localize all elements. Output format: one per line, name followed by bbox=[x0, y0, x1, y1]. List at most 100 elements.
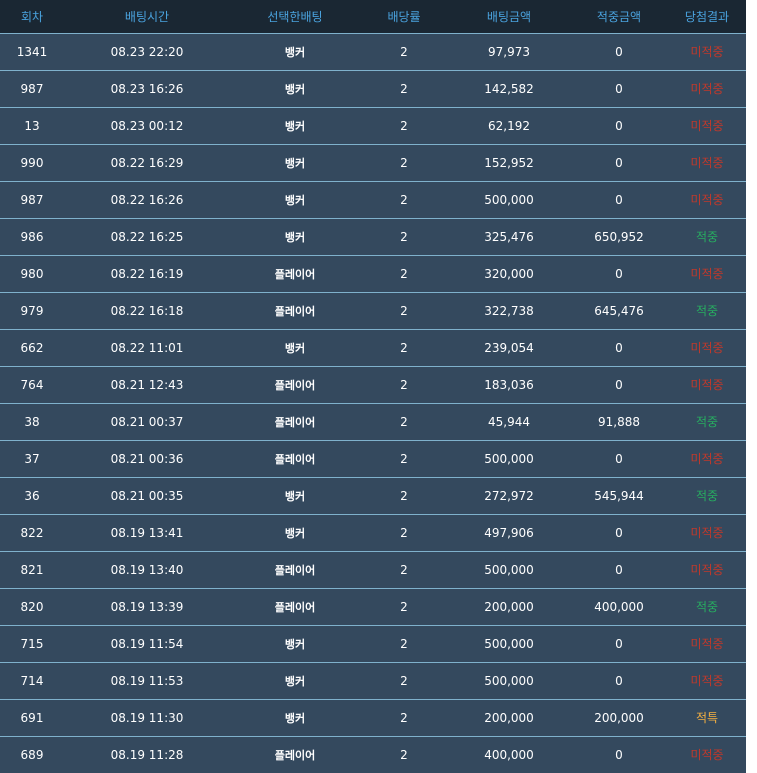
cell-bet-amount: 62,192 bbox=[488, 118, 530, 133]
cell-bet-time: 08.19 11:28 bbox=[110, 747, 184, 762]
cell-odds: 2 bbox=[400, 710, 408, 725]
cell-round: 689 bbox=[20, 747, 44, 762]
cell-bet-time: 08.22 11:01 bbox=[110, 340, 184, 355]
cell-round: 822 bbox=[20, 525, 44, 540]
table-row: 691 08.19 11:30 뱅커 2 200,000 200,000 적특 bbox=[0, 699, 746, 736]
cell-selected-bet: 뱅커 bbox=[284, 526, 306, 540]
cell-result: 미적중 bbox=[690, 193, 724, 207]
cell-result: 적중 bbox=[695, 600, 719, 614]
cell-odds: 2 bbox=[400, 192, 408, 207]
table-row: 990 08.22 16:29 뱅커 2 152,952 0 미적중 bbox=[0, 144, 746, 181]
cell-bet-time: 08.21 00:35 bbox=[110, 488, 184, 503]
cell-bet-time: 08.23 22:20 bbox=[110, 44, 184, 59]
cell-result: 적중 bbox=[695, 304, 719, 318]
table-row: 1341 08.23 22:20 뱅커 2 97,973 0 미적중 bbox=[0, 33, 746, 70]
cell-odds: 2 bbox=[400, 562, 408, 577]
cell-selected-bet: 뱅커 bbox=[284, 45, 306, 59]
table-body: 1341 08.23 22:20 뱅커 2 97,973 0 미적중 987 08.23 16:… bbox=[0, 33, 746, 773]
cell-win-amount: 0 bbox=[615, 192, 623, 207]
cell-odds: 2 bbox=[400, 303, 408, 318]
cell-selected-bet: 플레이어 bbox=[274, 748, 316, 762]
cell-selected-bet: 플레이어 bbox=[274, 563, 316, 577]
cell-bet-time: 08.22 16:29 bbox=[110, 155, 184, 170]
cell-round: 36 bbox=[24, 488, 40, 503]
cell-result: 미적중 bbox=[690, 378, 724, 392]
cell-bet-amount: 142,582 bbox=[484, 81, 534, 96]
cell-round: 1341 bbox=[16, 44, 48, 59]
cell-bet-amount: 272,972 bbox=[484, 488, 534, 503]
cell-odds: 2 bbox=[400, 118, 408, 133]
cell-bet-time: 08.21 00:36 bbox=[110, 451, 184, 466]
cell-odds: 2 bbox=[400, 155, 408, 170]
header-bet-amount: 배팅금액 bbox=[486, 9, 532, 24]
cell-result: 미적중 bbox=[690, 119, 724, 133]
cell-odds: 2 bbox=[400, 340, 408, 355]
cell-bet-amount: 500,000 bbox=[484, 451, 534, 466]
cell-win-amount: 0 bbox=[615, 673, 623, 688]
cell-selected-bet: 플레이어 bbox=[274, 452, 316, 466]
cell-selected-bet: 뱅커 bbox=[284, 156, 306, 170]
cell-result: 미적중 bbox=[690, 341, 724, 355]
cell-bet-amount: 400,000 bbox=[484, 747, 534, 762]
header-odds: 배당률 bbox=[387, 9, 421, 24]
cell-selected-bet: 플레이어 bbox=[274, 267, 316, 281]
cell-bet-amount: 500,000 bbox=[484, 192, 534, 207]
cell-odds: 2 bbox=[400, 229, 408, 244]
cell-selected-bet: 플레이어 bbox=[274, 304, 316, 318]
cell-bet-time: 08.22 16:19 bbox=[110, 266, 184, 281]
cell-bet-amount: 320,000 bbox=[484, 266, 534, 281]
cell-bet-amount: 500,000 bbox=[484, 636, 534, 651]
table-row: 38 08.21 00:37 플레이어 2 45,944 91,888 적중 bbox=[0, 403, 746, 440]
cell-bet-time: 08.22 16:26 bbox=[110, 192, 184, 207]
cell-win-amount: 0 bbox=[615, 747, 623, 762]
header-round: 회차 bbox=[20, 9, 44, 24]
cell-bet-amount: 239,054 bbox=[484, 340, 534, 355]
cell-odds: 2 bbox=[400, 377, 408, 392]
cell-round: 821 bbox=[20, 562, 44, 577]
cell-selected-bet: 플레이어 bbox=[274, 415, 316, 429]
table-row: 987 08.22 16:26 뱅커 2 500,000 0 미적중 bbox=[0, 181, 746, 218]
table-row: 37 08.21 00:36 플레이어 2 500,000 0 미적중 bbox=[0, 440, 746, 477]
header-win-amount: 적중금액 bbox=[596, 9, 642, 24]
cell-odds: 2 bbox=[400, 451, 408, 466]
cell-result: 미적중 bbox=[690, 748, 724, 763]
cell-bet-amount: 200,000 bbox=[484, 710, 534, 725]
cell-win-amount: 0 bbox=[615, 377, 623, 392]
cell-round: 987 bbox=[20, 81, 44, 96]
header-row: 회차 배팅시간 선택한배팅 배당률 배팅금액 적중금액 당첨결과 bbox=[0, 0, 746, 33]
cell-win-amount: 0 bbox=[615, 451, 623, 466]
cell-result: 미적중 bbox=[690, 45, 724, 59]
table-row: 689 08.19 11:28 플레이어 2 400,000 0 미적중 bbox=[0, 736, 746, 773]
cell-odds: 2 bbox=[400, 525, 408, 540]
cell-result: 적중 bbox=[695, 230, 719, 244]
cell-odds: 2 bbox=[400, 414, 408, 429]
cell-round: 764 bbox=[20, 377, 44, 392]
cell-result: 적중 bbox=[695, 489, 719, 503]
cell-win-amount: 0 bbox=[615, 44, 623, 59]
betting-history-table-wrapper: 회차 배팅시간 선택한배팅 배당률 배팅금액 적중금액 당첨결과 1341 08.… bbox=[0, 0, 746, 773]
cell-result: 미적중 bbox=[690, 267, 724, 281]
cell-bet-amount: 45,944 bbox=[488, 414, 530, 429]
cell-bet-amount: 152,952 bbox=[484, 155, 534, 170]
cell-win-amount: 0 bbox=[615, 636, 623, 651]
cell-result: 미적중 bbox=[690, 156, 724, 170]
cell-bet-time: 08.22 16:18 bbox=[110, 303, 184, 318]
cell-selected-bet: 플레이어 bbox=[274, 600, 316, 614]
header-selected-bet: 선택한배팅 bbox=[267, 9, 323, 24]
cell-bet-time: 08.19 11:53 bbox=[110, 673, 184, 688]
cell-round: 691 bbox=[20, 710, 44, 725]
table-header: 회차 배팅시간 선택한배팅 배당률 배팅금액 적중금액 당첨결과 bbox=[0, 0, 746, 33]
cell-selected-bet: 뱅커 bbox=[284, 711, 306, 725]
cell-selected-bet: 뱅커 bbox=[284, 193, 306, 207]
cell-round: 662 bbox=[20, 340, 44, 355]
cell-odds: 2 bbox=[400, 44, 408, 59]
cell-win-amount: 0 bbox=[615, 118, 623, 133]
header-result: 당첨결과 bbox=[684, 9, 730, 24]
table-row: 986 08.22 16:25 뱅커 2 325,476 650,952 적중 bbox=[0, 218, 746, 255]
cell-bet-time: 08.22 16:25 bbox=[110, 229, 184, 244]
cell-odds: 2 bbox=[400, 673, 408, 688]
cell-odds: 2 bbox=[400, 488, 408, 503]
cell-selected-bet: 뱅커 bbox=[284, 82, 306, 96]
cell-odds: 2 bbox=[400, 266, 408, 281]
cell-round: 987 bbox=[20, 192, 44, 207]
